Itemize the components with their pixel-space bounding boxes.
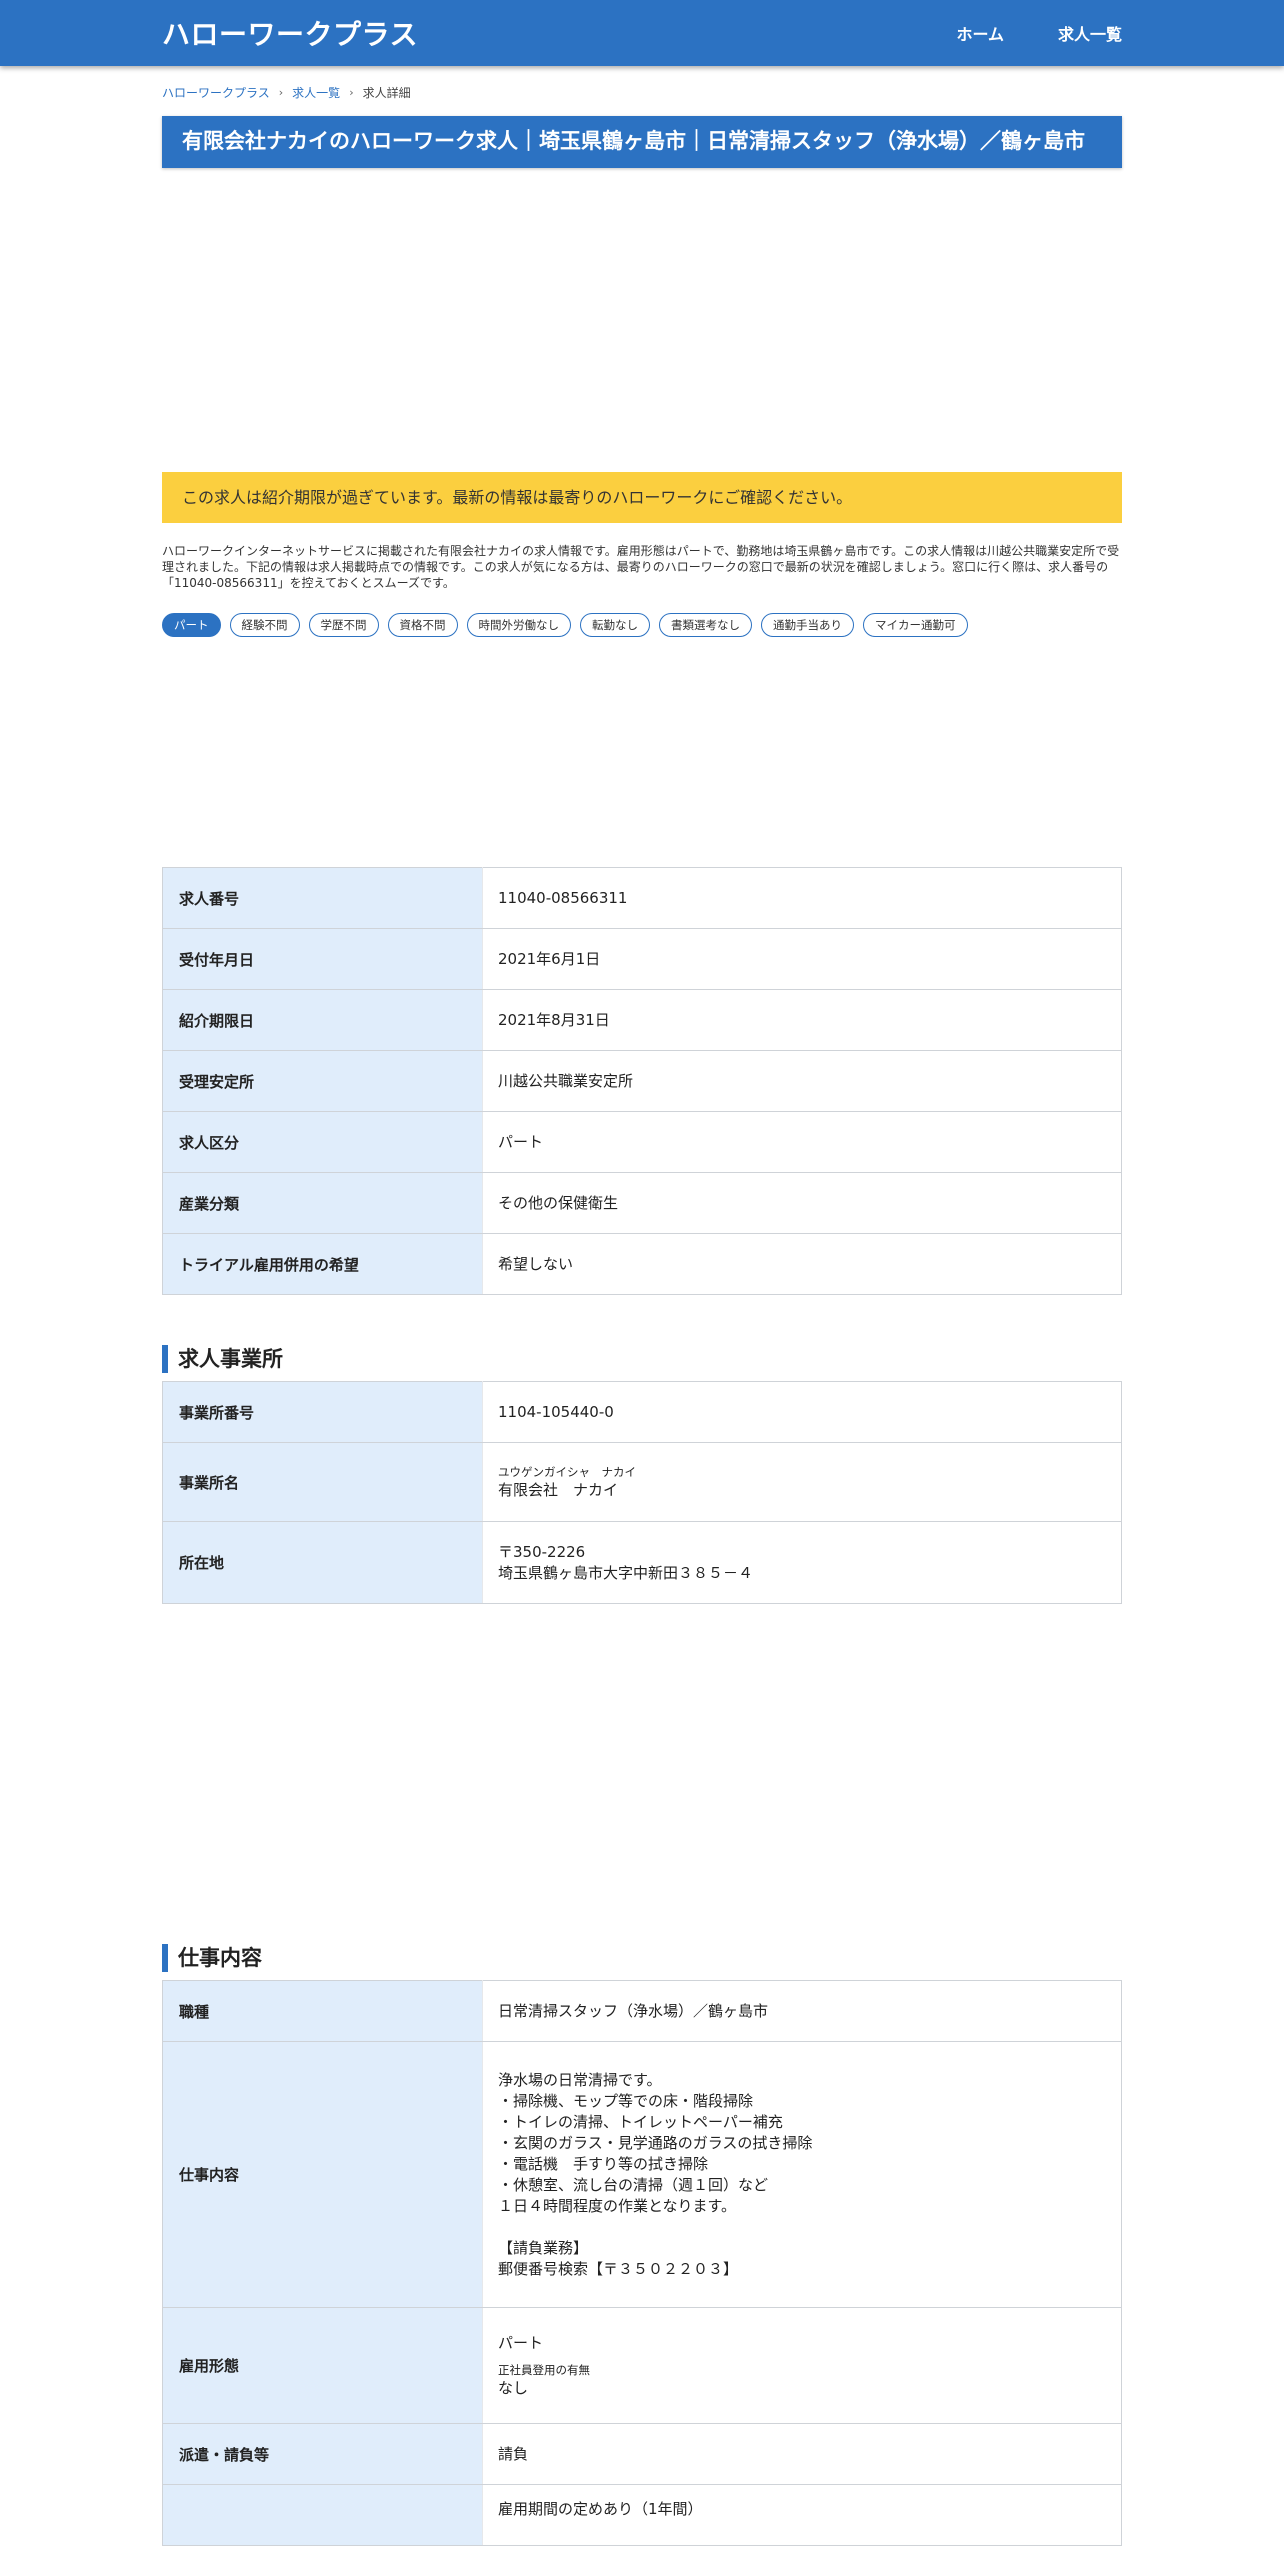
table-row: 雇用形態 パート 正社員登用の有無 なし bbox=[162, 2307, 1122, 2424]
ad-space bbox=[162, 168, 1122, 472]
nav-home[interactable]: ホーム bbox=[956, 21, 1004, 45]
office-name-kana: ユウゲンガイシャ ナカイ bbox=[498, 1464, 636, 1479]
table-row: 雇用期間の定めあり（1年間） bbox=[162, 2484, 1122, 2546]
dispatch-value: 請負 bbox=[482, 2423, 1122, 2485]
table-row: 求人番号 11040-08566311 bbox=[162, 867, 1122, 929]
regular-label: 正社員登用の有無 bbox=[498, 2362, 590, 2377]
expired-notice: この求人は紹介期限が過ぎています。最新の情報は最寄りのハローワークにご確認くださ… bbox=[162, 472, 1122, 523]
tag-commute-allowance[interactable]: 通勤手当あり bbox=[761, 613, 854, 637]
office-info-table: 事業所番号 1104-105440-0 事業所名 ユウゲンガイシャ ナカイ 有限… bbox=[162, 1381, 1122, 1604]
table-row: 所在地 〒350-2226 埼玉県鶴ヶ島市大字中新田３８５－４ bbox=[162, 1521, 1122, 1604]
chevron-right-icon: › bbox=[349, 86, 354, 99]
table-row: 求人区分 パート bbox=[162, 1111, 1122, 1173]
main-nav: ホーム 求人一覧 bbox=[956, 21, 1122, 45]
job-content: 浄水場の日常清掃です。 ・掃除機、モップ等での床・階段掃除 ・トイレの清掃、トイ… bbox=[498, 2070, 813, 2215]
breadcrumb-home[interactable]: ハローワークプラス bbox=[162, 84, 270, 101]
section-title-office: 求人事業所 bbox=[162, 1345, 1122, 1373]
office-name-cell: ユウゲンガイシャ ナカイ 有限会社 ナカイ bbox=[482, 1442, 1122, 1522]
office-name: 有限会社 ナカイ bbox=[498, 1480, 619, 1499]
table-row: 受付年月日 2021年6月1日 bbox=[162, 928, 1122, 990]
tag-no-education[interactable]: 学歴不問 bbox=[308, 613, 379, 637]
employment-cell: パート 正社員登用の有無 なし bbox=[482, 2307, 1122, 2424]
row-value: 2021年8月31日 bbox=[482, 989, 1122, 1051]
office-number: 1104-105440-0 bbox=[482, 1381, 1122, 1443]
chevron-right-icon: › bbox=[278, 86, 284, 99]
tag-no-transfer[interactable]: 転勤なし bbox=[580, 613, 650, 637]
row-label: 仕事内容 bbox=[162, 2041, 483, 2308]
main-content: ハローワークプラス › 求人一覧 › 求人詳細 有限会社ナカイのハローワーク求人… bbox=[162, 84, 1122, 2546]
row-label: 紹介期限日 bbox=[162, 989, 483, 1051]
tag-part-time[interactable]: パート bbox=[162, 613, 221, 637]
table-row: 事業所名 ユウゲンガイシャ ナカイ 有限会社 ナカイ bbox=[162, 1442, 1122, 1522]
job-content-extra: 【請負業務】 郵便番号検索【〒３５０２２０３】 bbox=[498, 2238, 739, 2278]
ad-space bbox=[162, 1604, 1122, 1944]
site-logo[interactable]: ハローワークプラス bbox=[162, 13, 418, 53]
occupation: 日常清掃スタッフ（浄水場）／鶴ヶ島市 bbox=[482, 1980, 1122, 2042]
row-label: 産業分類 bbox=[162, 1172, 483, 1234]
row-label: 受付年月日 bbox=[162, 928, 483, 990]
table-row: 派遣・請負等 請負 bbox=[162, 2423, 1122, 2485]
job-info-table: 職種 日常清掃スタッフ（浄水場）／鶴ヶ島市 仕事内容 浄水場の日常清掃です。 ・… bbox=[162, 1980, 1122, 2546]
row-label: 派遣・請負等 bbox=[162, 2423, 483, 2485]
job-description-summary: ハローワークインターネットサービスに掲載された有限会社ナカイの求人情報です。雇用… bbox=[162, 544, 1120, 590]
breadcrumb: ハローワークプラス › 求人一覧 › 求人詳細 bbox=[162, 84, 1122, 101]
row-label: 事業所番号 bbox=[162, 1381, 483, 1443]
row-value: 川越公共職業安定所 bbox=[482, 1050, 1122, 1112]
row-value: 11040-08566311 bbox=[482, 867, 1122, 929]
address-cell: 〒350-2226 埼玉県鶴ヶ島市大字中新田３８５－４ bbox=[482, 1521, 1122, 1604]
address: 埼玉県鶴ヶ島市大字中新田３８５－４ bbox=[498, 1563, 754, 1582]
tag-list: パート 経験不問 学歴不問 資格不問 時間外労働なし 転勤なし 書類選考なし 通… bbox=[162, 613, 1122, 637]
basic-info-table: 求人番号 11040-08566311 受付年月日 2021年6月1日 紹介期限… bbox=[162, 867, 1122, 1295]
row-label: 求人区分 bbox=[162, 1111, 483, 1173]
table-row: 仕事内容 浄水場の日常清掃です。 ・掃除機、モップ等での床・階段掃除 ・トイレの… bbox=[162, 2041, 1122, 2308]
row-value: その他の保健衛生 bbox=[482, 1172, 1122, 1234]
job-content-cell: 浄水場の日常清掃です。 ・掃除機、モップ等での床・階段掃除 ・トイレの清掃、トイ… bbox=[482, 2041, 1122, 2308]
row-value: パート bbox=[482, 1111, 1122, 1173]
row-label bbox=[162, 2484, 483, 2546]
row-label: 雇用形態 bbox=[162, 2307, 483, 2424]
row-label: 受理安定所 bbox=[162, 1050, 483, 1112]
row-value: 2021年6月1日 bbox=[482, 928, 1122, 990]
section-title-job: 仕事内容 bbox=[162, 1944, 1122, 1972]
row-label: 職種 bbox=[162, 1980, 483, 2042]
row-label: 求人番号 bbox=[162, 867, 483, 929]
tag-no-qualification[interactable]: 資格不問 bbox=[387, 613, 458, 637]
table-row: 職種 日常清掃スタッフ（浄水場）／鶴ヶ島市 bbox=[162, 1980, 1122, 2042]
table-row: 産業分類 その他の保健衛生 bbox=[162, 1172, 1122, 1234]
table-row: トライアル雇用併用の希望 希望しない bbox=[162, 1233, 1122, 1295]
nav-job-list[interactable]: 求人一覧 bbox=[1058, 21, 1122, 45]
table-row: 事業所番号 1104-105440-0 bbox=[162, 1381, 1122, 1443]
postal-code: 〒350-2226 bbox=[498, 1542, 586, 1561]
regular-value: なし bbox=[498, 2378, 529, 2397]
tag-no-document-screening[interactable]: 書類選考なし bbox=[659, 613, 752, 637]
site-header: ハローワークプラス ホーム 求人一覧 bbox=[0, 0, 1284, 66]
tag-car-commute[interactable]: マイカー通勤可 bbox=[863, 613, 968, 637]
employment-period: 雇用期間の定めあり（1年間） bbox=[482, 2484, 1122, 2546]
row-label: 所在地 bbox=[162, 1521, 483, 1604]
tag-no-overtime[interactable]: 時間外労働なし bbox=[466, 613, 571, 637]
page-title: 有限会社ナカイのハローワーク求人｜埼玉県鶴ヶ島市｜日常清掃スタッフ（浄水場）／鶴… bbox=[162, 116, 1122, 168]
breadcrumb-current: 求人詳細 bbox=[362, 86, 411, 100]
table-row: 紹介期限日 2021年8月31日 bbox=[162, 989, 1122, 1051]
row-value: 希望しない bbox=[482, 1233, 1122, 1295]
row-label: 事業所名 bbox=[162, 1442, 483, 1522]
tag-no-experience[interactable]: 経験不問 bbox=[229, 613, 300, 637]
row-label: トライアル雇用併用の希望 bbox=[162, 1233, 483, 1295]
ad-space bbox=[162, 637, 1122, 867]
employment-type: パート bbox=[498, 2333, 544, 2352]
breadcrumb-job-list[interactable]: 求人一覧 bbox=[292, 84, 340, 101]
table-row: 受理安定所 川越公共職業安定所 bbox=[162, 1050, 1122, 1112]
